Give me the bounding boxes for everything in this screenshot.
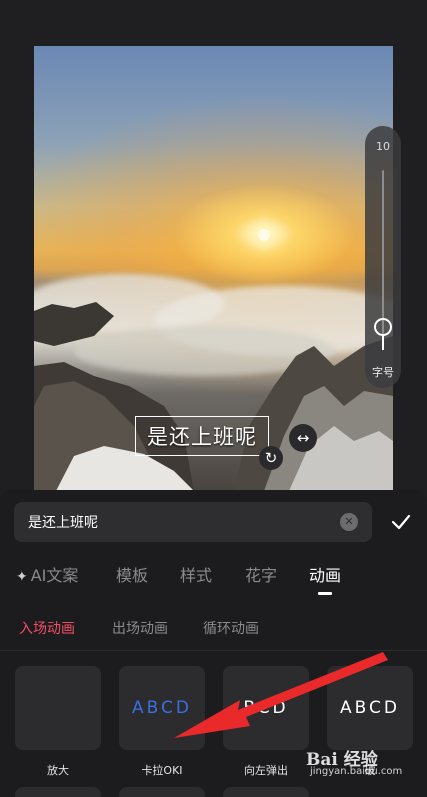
animation-card-next-row[interactable] — [15, 787, 101, 797]
animation-card-next-row[interactable] — [119, 787, 205, 797]
tab-fancy-text[interactable]: 花字 — [245, 562, 277, 586]
tab-template[interactable]: 模板 — [116, 562, 148, 586]
resize-horizontal-icon[interactable]: ↔ — [289, 424, 317, 452]
caption-text-box[interactable]: 是还上班呢 — [135, 416, 269, 456]
caption-text: 是还上班呢 — [147, 425, 257, 449]
animation-card-next-row[interactable] — [223, 787, 309, 797]
slider-label: 字号 — [372, 366, 394, 379]
subtab-loop-animation[interactable]: 循环动画 — [203, 618, 259, 638]
subtab-in-animation[interactable]: 入场动画 — [19, 618, 75, 638]
slider-thumb[interactable] — [374, 318, 392, 336]
animation-label: 放大 — [47, 764, 69, 777]
divider — [0, 650, 427, 651]
rotate-icon[interactable]: ↻ — [259, 446, 283, 470]
animation-subtab-bar: 入场动画 出场动画 循环动画 — [0, 618, 427, 638]
checkmark-icon[interactable] — [391, 512, 411, 532]
tab-bar: ✦ AI文案 模板 样式 花字 动画 — [0, 562, 427, 595]
slider-track[interactable] — [382, 170, 384, 334]
animation-card-break[interactable]: ABCD — [327, 666, 413, 750]
font-size-slider[interactable]: 10 字号 — [365, 126, 401, 388]
active-tab-indicator — [318, 592, 332, 595]
animation-label: 卡拉OKI — [141, 764, 183, 777]
slider-max-value: 10 — [376, 140, 390, 153]
animation-card-karaoke[interactable]: ABCD — [119, 666, 205, 750]
subtab-out-animation[interactable]: 出场动画 — [112, 618, 168, 638]
video-preview[interactable]: 是还上班呢 ↻ ↔ — [34, 46, 393, 491]
baidu-jingyan-watermark: Bai 经验 jingyan.baidu.com — [306, 740, 416, 778]
animation-card-pop-left[interactable]: BCD — [223, 666, 309, 750]
tab-animation[interactable]: 动画 — [309, 562, 341, 586]
tab-ai-copy[interactable]: ✦ AI文案 — [16, 562, 78, 586]
clear-circle-icon[interactable]: ✕ — [340, 513, 358, 531]
caption-input[interactable]: 是还上班呢 ✕ — [14, 502, 372, 542]
animation-label: 向左弹出 — [244, 764, 288, 777]
watermark-url: jingyan.baidu.com — [310, 766, 403, 777]
animation-card-zoom[interactable] — [15, 666, 101, 750]
caption-input-value: 是还上班呢 — [28, 515, 98, 531]
sparkle-icon: ✦ — [16, 569, 28, 585]
tab-style[interactable]: 样式 — [180, 562, 212, 586]
slider-stem — [382, 336, 384, 350]
